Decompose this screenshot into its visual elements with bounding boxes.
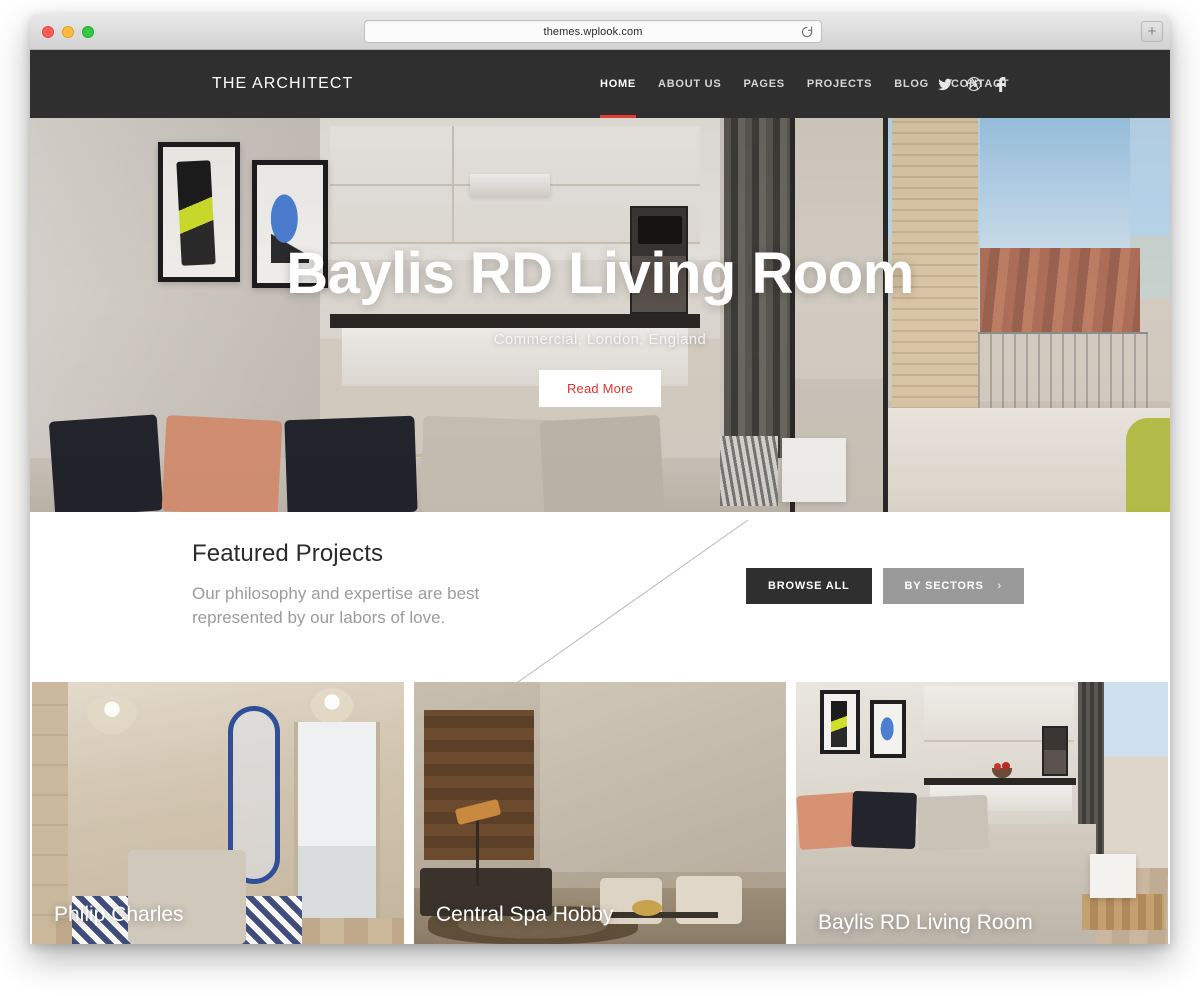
project-thumbnail — [796, 682, 1168, 944]
maximize-window-button[interactable] — [82, 26, 94, 38]
project-card-philip-charles[interactable]: Philip Charles — [32, 682, 404, 944]
project-card-title: Philip Charles — [54, 903, 184, 927]
projects-grid: Philip Charles Central Spa Hobby Baylis … — [30, 682, 1170, 944]
hero-subtitle: Commercial, London, England — [493, 330, 707, 348]
facebook-icon[interactable] — [994, 76, 1009, 92]
address-bar[interactable]: themes.wplook.com — [364, 20, 822, 43]
traffic-light-buttons — [42, 26, 94, 38]
featured-heading: Featured Projects Our philosophy and exp… — [192, 540, 542, 630]
site-header: THE ARCHITECT HOME ABOUT US PAGES PROJEC… — [30, 50, 1170, 118]
nav-label-blog: BLOG — [894, 78, 929, 90]
featured-subtitle: Our philosophy and expertise are best re… — [192, 584, 480, 628]
read-more-button[interactable]: Read More — [538, 369, 662, 407]
project-card-title: Baylis RD Living Room — [818, 911, 1033, 935]
url-text: themes.wplook.com — [543, 25, 643, 38]
hero-content: Baylis RD Living Room Commercial, London… — [30, 241, 1170, 407]
nav-label-projects: PROJECTS — [806, 78, 873, 90]
new-tab-button[interactable]: + — [1141, 21, 1163, 42]
dribbble-icon[interactable] — [966, 77, 981, 92]
project-card-baylis-rd-living-room[interactable]: Baylis RD Living Room — [796, 682, 1168, 944]
twitter-icon[interactable] — [938, 77, 953, 92]
hero-slider: Baylis RD Living Room Commercial, London… — [30, 118, 1170, 512]
nav-item-home[interactable]: HOME — [600, 50, 636, 118]
minimize-window-button[interactable] — [62, 26, 74, 38]
project-card-central-spa-hobby[interactable]: Central Spa Hobby — [414, 682, 786, 944]
page-viewport: THE ARCHITECT HOME ABOUT US PAGES PROJEC… — [30, 50, 1170, 944]
browser-chrome: themes.wplook.com + — [30, 14, 1170, 50]
nav-item-pages[interactable]: PAGES — [743, 50, 784, 118]
nav-item-projects[interactable]: PROJECTS — [807, 50, 872, 118]
by-sectors-button[interactable]: BY SECTORS › — [882, 568, 1024, 604]
nav-label-pages: PAGES — [743, 78, 785, 90]
nav-label-about-us: ABOUT US — [658, 78, 722, 90]
browser-window: themes.wplook.com + THE ARCHITECT HOME A… — [30, 14, 1170, 944]
hero-title: Baylis RD Living Room — [286, 241, 914, 306]
close-window-button[interactable] — [42, 26, 54, 38]
new-tab-label: + — [1147, 23, 1157, 40]
nav-item-blog[interactable]: BLOG — [894, 50, 929, 118]
reload-icon[interactable] — [801, 26, 813, 38]
social-links — [938, 76, 1009, 92]
nav-item-about-us[interactable]: ABOUT US — [658, 50, 721, 118]
chevron-right-icon: › — [997, 580, 1002, 592]
featured-projects-section: Featured Projects Our philosophy and exp… — [30, 512, 1170, 682]
featured-actions: BROWSE ALL BY SECTORS › — [746, 568, 1024, 604]
by-sectors-label: BY SECTORS — [904, 580, 984, 592]
featured-title: Featured Projects — [192, 540, 384, 567]
site-logo[interactable]: THE ARCHITECT — [212, 75, 353, 93]
browse-all-button[interactable]: BROWSE ALL — [746, 568, 872, 604]
project-card-title: Central Spa Hobby — [436, 903, 614, 927]
nav-label-home: HOME — [600, 78, 636, 90]
